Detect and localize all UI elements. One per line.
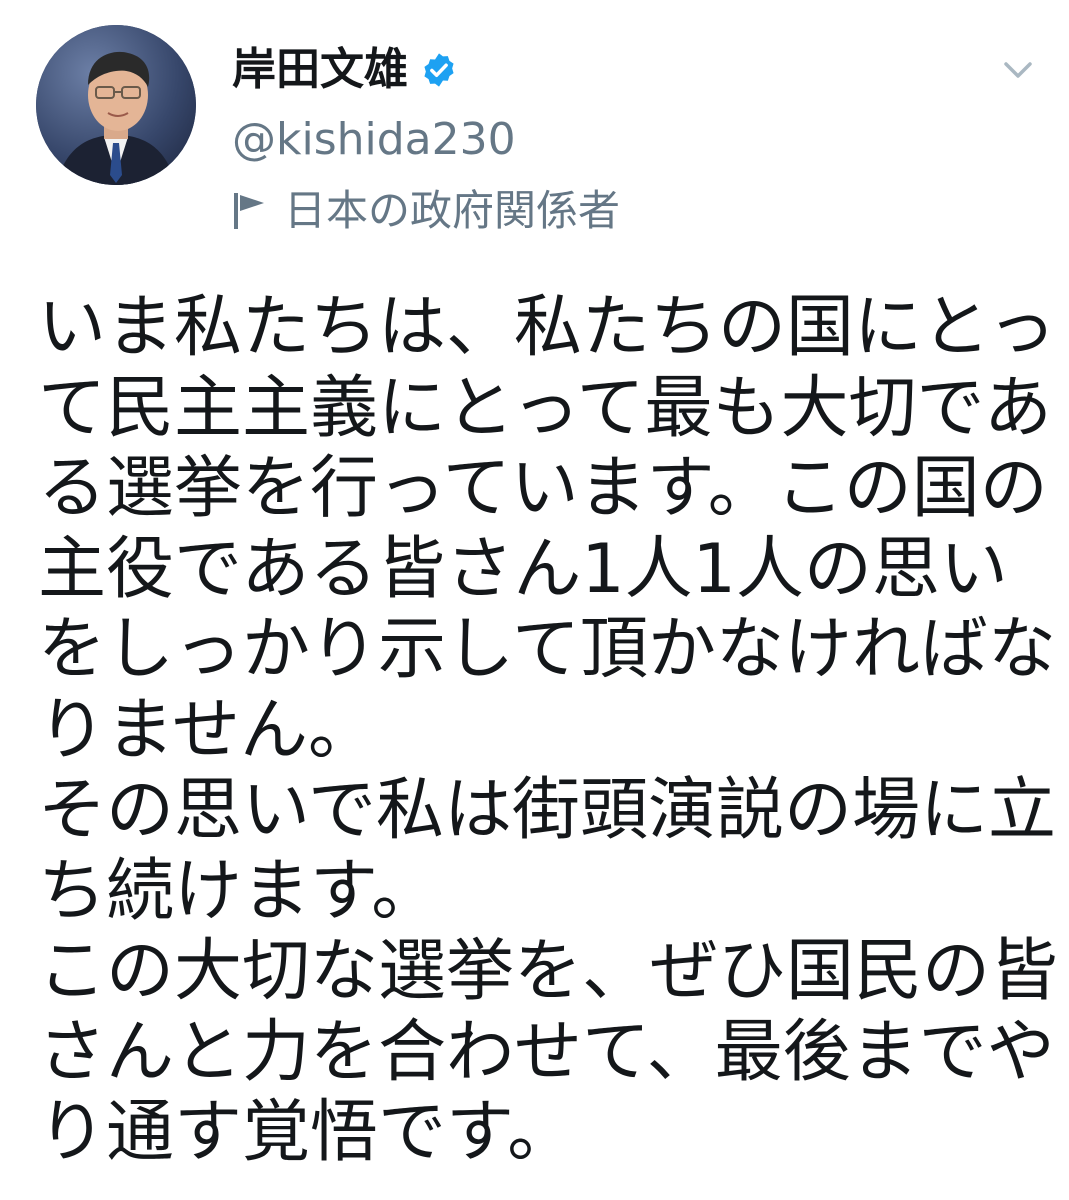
tweet-text-line: りません。 bbox=[38, 690, 376, 770]
tweet-text-line: この大切な選挙を、ぜひ国民の皆 bbox=[38, 932, 1059, 1011]
government-label[interactable]: 日本の政府関係者 bbox=[232, 186, 620, 236]
tweet-text-line: をしっかり示して頂かなければな bbox=[38, 610, 1056, 689]
author-display-name[interactable]: 岸田文雄 bbox=[232, 48, 408, 92]
tweet-text-line: さんと力を合わせて、最後までや bbox=[38, 1012, 1055, 1092]
tweet-text-line: ち続けます。 bbox=[38, 851, 440, 931]
tweet-text-line: 主役である皆さん1人1人の思い bbox=[38, 529, 1008, 609]
verified-badge-icon bbox=[424, 53, 454, 87]
avatar[interactable] bbox=[36, 25, 196, 185]
avatar-photo bbox=[36, 25, 196, 185]
tweet-text-line: て民主主義にとって最も大切であ bbox=[38, 368, 1052, 448]
tweet-text-line: その思いで私は街頭演説の場に立 bbox=[38, 771, 1056, 850]
author-handle[interactable]: @kishida230 bbox=[232, 118, 516, 162]
government-label-text: 日本の政府関係者 bbox=[284, 186, 621, 235]
flag-icon bbox=[234, 193, 264, 229]
tweet-text-line: いま私たちは、私たちの国にとっ bbox=[38, 288, 1056, 367]
chevron-down-icon[interactable] bbox=[998, 50, 1038, 90]
tweet-text: いま私たちは、私たちの国にとっ て民主主義にとって最も大切であ る選挙を行ってい… bbox=[38, 288, 1059, 1174]
author-name-row: 岸田文雄 bbox=[232, 40, 458, 100]
tweet-text-line: り通す覚悟です。 bbox=[38, 1093, 576, 1172]
tweet-text-line: る選挙を行っています。この国の bbox=[38, 449, 1048, 528]
